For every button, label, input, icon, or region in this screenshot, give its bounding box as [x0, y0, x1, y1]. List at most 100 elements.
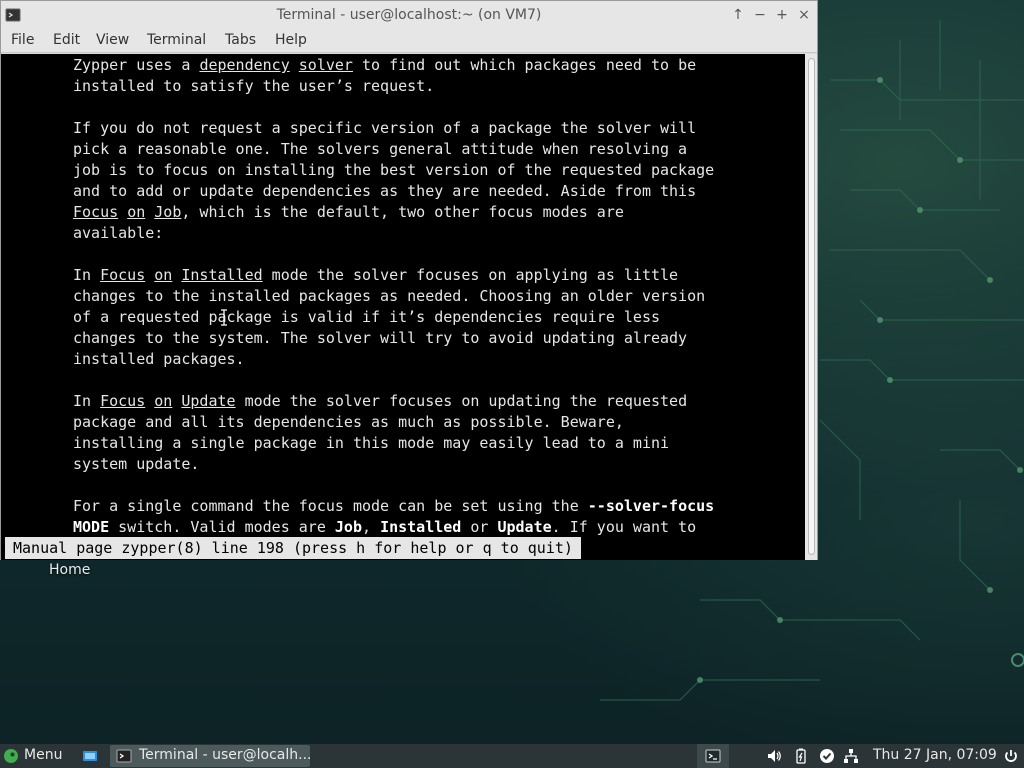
- terminal-line: package and all its dependencies as much…: [73, 412, 624, 433]
- terminal-line: installed to satisfy the user’s request.: [73, 76, 434, 97]
- terminal-text: Zypper uses a: [73, 56, 200, 74]
- terminal-line: MODE switch. Valid modes are Job, Instal…: [73, 517, 696, 538]
- manpage-bold-text: Update: [497, 518, 552, 536]
- file-manager-icon[interactable]: [82, 748, 98, 764]
- terminal-line: changes to the installed packages as nee…: [73, 286, 705, 307]
- terminal-text: installed to satisfy the user’s request.: [73, 77, 435, 95]
- terminal-text: changes to the system. The solver will t…: [73, 329, 688, 347]
- terminal-window: Terminal - user@localhost:~ (on VM7) ↑ −…: [0, 0, 818, 560]
- maximize-button[interactable]: +: [772, 5, 792, 25]
- manpage-link-text: Focus: [100, 266, 146, 284]
- menu-view[interactable]: View: [96, 32, 129, 48]
- terminal-text: pick a reasonable one. The solvers gener…: [73, 140, 688, 158]
- manpage-link-text: on: [154, 266, 173, 284]
- desktop-home-label[interactable]: Home: [49, 562, 90, 578]
- terminal-output[interactable]: MODE switch. Valid modes are Job, Instal…: [1, 54, 805, 560]
- terminal-text: available:: [73, 224, 164, 242]
- terminal-text: installed packages.: [73, 350, 245, 368]
- terminal-text: For a single command the focus mode can …: [73, 497, 588, 515]
- terminal-line: If you do not request a specific version…: [73, 118, 696, 139]
- close-button[interactable]: ×: [794, 5, 814, 25]
- manpage-link-text: on: [154, 392, 173, 410]
- terminal-line: changes to the system. The solver will t…: [73, 328, 687, 349]
- power-icon[interactable]: [1003, 748, 1019, 764]
- manpage-link-text: Job: [154, 203, 182, 221]
- manpage-link-text: dependency: [199, 56, 290, 74]
- check-icon[interactable]: [819, 748, 835, 764]
- manpage-link-text: Focus: [100, 392, 146, 410]
- minimize-button[interactable]: −: [750, 5, 770, 25]
- terminal-text: to find out which packages need to be: [352, 56, 697, 74]
- terminal-line: and to add or update dependencies as the…: [73, 181, 696, 202]
- terminal-text: job is to focus on installing the best v…: [73, 161, 715, 179]
- terminal-line: installed packages.: [73, 349, 245, 370]
- terminal-text: switch. Valid modes are: [109, 518, 335, 536]
- titlebar[interactable]: Terminal - user@localhost:~ (on VM7) ↑ −…: [1, 1, 817, 29]
- manpage-link-text: Installed: [181, 266, 263, 284]
- terminal-line: In Focus on Installed mode the solver fo…: [73, 265, 678, 286]
- terminal-line: system update.: [73, 454, 199, 475]
- manpage-link-text: Focus: [73, 203, 119, 221]
- manpage-bold-text: MODE: [73, 518, 110, 536]
- terminal-text: . If you want to: [551, 518, 697, 536]
- tray-terminal-button[interactable]: [697, 744, 729, 768]
- terminal-task-icon: [116, 749, 132, 763]
- volume-icon[interactable]: [766, 748, 782, 764]
- terminal-line: job is to focus on installing the best v…: [73, 160, 714, 181]
- terminal-line: of a requested package is valid if it’s …: [73, 307, 660, 328]
- terminal-text: In: [73, 392, 101, 410]
- network-icon[interactable]: [843, 748, 859, 764]
- text-cursor-icon: [221, 309, 227, 326]
- terminal-line: installing a single package in this mode…: [73, 433, 669, 454]
- terminal-line: Focus on Job, which is the default, two …: [73, 202, 624, 223]
- terminal-text: , which is the default, two other focus …: [181, 203, 624, 221]
- terminal-text: In: [73, 266, 101, 284]
- terminal-text: installing a single package in this mode…: [73, 434, 670, 452]
- taskbar-task-label: Terminal - user@localh...: [139, 747, 312, 763]
- battery-icon[interactable]: [793, 748, 809, 764]
- menu-help[interactable]: Help: [275, 32, 307, 48]
- manpage-link-text: Update: [181, 392, 236, 410]
- terminal-text: or: [461, 518, 498, 536]
- manpage-bold-text: Job: [334, 518, 362, 536]
- taskbar: Menu Terminal - user@localh... Thu 27 Ja…: [0, 744, 1024, 768]
- terminal-text: package and all its dependencies as much…: [73, 413, 624, 431]
- manpage-link-text: on: [127, 203, 146, 221]
- manpage-bold-text: --solver-focus: [587, 497, 715, 515]
- menu-edit[interactable]: Edit: [53, 32, 80, 48]
- manpage-bold-text: Installed: [380, 518, 462, 536]
- scrollbar[interactable]: [805, 54, 817, 560]
- menu-button[interactable]: Menu: [24, 747, 62, 763]
- keep-above-button[interactable]: ↑: [728, 5, 748, 25]
- terminal-text: If you do not request a specific version…: [73, 119, 697, 137]
- menu-tabs[interactable]: Tabs: [225, 32, 256, 48]
- terminal-line: pick a reasonable one. The solvers gener…: [73, 139, 687, 160]
- manpage-link-text: solver: [298, 56, 353, 74]
- scrollbar-thumb[interactable]: [808, 58, 815, 555]
- terminal-text: ,: [362, 518, 381, 536]
- terminal-text: of a requested package is valid if it’s …: [73, 308, 660, 326]
- clock[interactable]: Thu 27 Jan, 07:09: [873, 747, 997, 763]
- terminal-line: Zypper uses a dependency solver to find …: [73, 55, 696, 76]
- terminal-line: For a single command the focus mode can …: [73, 496, 714, 517]
- terminal-text: changes to the installed packages as nee…: [73, 287, 706, 305]
- terminal-text: and to add or update dependencies as the…: [73, 182, 697, 200]
- menu-terminal[interactable]: Terminal: [147, 32, 206, 48]
- window-title: Terminal - user@localhost:~ (on VM7): [276, 7, 542, 23]
- terminal-line: available:: [73, 223, 163, 244]
- tray-terminal-icon: [705, 749, 721, 763]
- menu-file[interactable]: File: [11, 32, 34, 48]
- terminal-text: system update.: [73, 455, 200, 473]
- terminal-line: In Focus on Update mode the solver focus…: [73, 391, 687, 412]
- taskbar-task-terminal[interactable]: Terminal - user@localh...: [110, 745, 312, 767]
- pager-status-line: Manual page zypper(8) line 198 (press h …: [5, 537, 581, 559]
- terminal-text: mode the solver focuses on updating the …: [235, 392, 688, 410]
- menu-logo-icon[interactable]: [3, 748, 19, 764]
- terminal-text: mode the solver focuses on applying as l…: [262, 266, 679, 284]
- menubar: File Edit View Terminal Tabs Help: [1, 29, 817, 53]
